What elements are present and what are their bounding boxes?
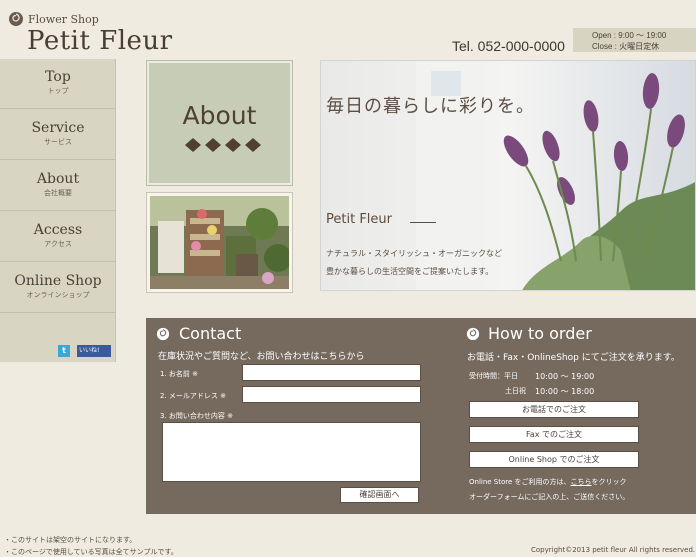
rose-icon xyxy=(466,327,480,341)
nav-label: Service xyxy=(31,120,85,136)
leaf-ornament-icon xyxy=(185,138,261,152)
logo-title[interactable]: Petit Fleur xyxy=(27,26,173,56)
name-input[interactable] xyxy=(242,364,421,381)
hero-divider xyxy=(410,222,436,223)
hours-weekend: 10:00 〜 18:00 xyxy=(535,387,595,396)
online-note-line-2: オーダーフォームにご記入の上、ご送信ください。 xyxy=(469,493,630,501)
order-fax-button[interactable]: Fax でのご注文 xyxy=(469,426,639,443)
order-intro: お電話・Fax・OnlineShop にてご注文を承ります。 xyxy=(467,353,680,363)
hero-description-line-2: 豊かな暮らしの生活空間をご提案いたします。 xyxy=(326,267,494,276)
hours-label: 受付時間：平日 xyxy=(469,372,518,380)
hero-description-line-1: ナチュラル・スタイリッシュ・オーガニックなど xyxy=(326,249,502,258)
rose-icon xyxy=(156,327,170,341)
footer-note-1: ・このサイトは架空のサイトになります。 xyxy=(4,536,137,544)
rose-logo-icon xyxy=(9,12,23,26)
open-hours: Open : 9:00 〜 19:00 xyxy=(592,31,667,40)
email-label: 2. メールアドレス ※ xyxy=(160,392,226,400)
facebook-icon[interactable]: いいね! xyxy=(77,345,111,357)
about-title: About xyxy=(182,101,257,130)
sidebar-nav: Top トップ Service サービス About 会社概要 Access ア… xyxy=(0,59,116,362)
online-store-link[interactable]: こちら xyxy=(571,478,592,486)
hero-brand: Petit Fleur xyxy=(326,212,392,227)
nav-sublabel: アクセス xyxy=(44,240,72,248)
name-label: 1. お名前 ※ xyxy=(160,370,198,378)
contact-intro: 在庫状況やご質問など、お問い合わせはこちらから xyxy=(158,352,365,362)
logo-tagline: Flower Shop xyxy=(28,13,99,26)
close-day: Close : 火曜日定休 xyxy=(592,42,660,51)
message-textarea[interactable] xyxy=(162,422,421,482)
nav-sublabel: トップ xyxy=(47,87,69,95)
email-input[interactable] xyxy=(242,386,421,403)
order-phone-button[interactable]: お電話でのご注文 xyxy=(469,401,639,418)
footer-note-2: ・このページで使用している写真は全てサンプルです。 xyxy=(4,548,178,556)
business-hours: Open : 9:00 〜 19:00 Close : 火曜日定休 xyxy=(573,28,696,52)
hero-headline: 毎日の暮らしに彩りを。 xyxy=(326,96,535,117)
hours-weekday: 10:00 〜 19:00 xyxy=(535,372,595,381)
nav-item-access[interactable]: Access アクセス xyxy=(0,212,116,262)
confirm-button[interactable]: 確認画面へ xyxy=(340,487,419,503)
twitter-icon[interactable]: t xyxy=(58,345,70,357)
nav-item-about[interactable]: About 会社概要 xyxy=(0,161,116,211)
online-note-line-1: Online Store をご利用の方は、こちらをクリック xyxy=(469,477,627,487)
hours-weekend-label: 土日祝 xyxy=(505,387,526,395)
online-note-prefix: Online Store をご利用の方は、 xyxy=(469,478,571,486)
nav-item-online-shop[interactable]: Online Shop オンラインショップ xyxy=(0,263,116,313)
message-label: 3. お問い合わせ内容 ※ xyxy=(160,412,233,420)
nav-sublabel: サービス xyxy=(44,138,72,146)
shop-photo xyxy=(146,192,293,293)
contact-title: Contact xyxy=(179,324,242,343)
phone-number: Tel. 052-000-0000 xyxy=(452,38,565,54)
about-card[interactable]: About xyxy=(146,60,293,186)
nav-label: About xyxy=(36,171,80,187)
order-title: How to order xyxy=(488,324,592,343)
nav-label: Top xyxy=(45,69,71,85)
nav-item-service[interactable]: Service サービス xyxy=(0,110,116,160)
nav-label: Online Shop xyxy=(14,273,102,289)
nav-sublabel: 会社概要 xyxy=(44,189,72,197)
nav-item-top[interactable]: Top トップ xyxy=(0,59,116,109)
contact-order-panel: Contact 在庫状況やご質問など、お問い合わせはこちらから 1. お名前 ※… xyxy=(146,318,696,514)
online-note-suffix: をクリック xyxy=(591,478,627,486)
nav-sublabel: オンラインショップ xyxy=(26,291,90,299)
order-online-button[interactable]: Online Shop でのご注文 xyxy=(469,451,639,468)
shop-photo-image xyxy=(150,196,289,289)
copyright: Copyright©2013 petit fleur All rights re… xyxy=(531,546,696,554)
nav-label: Access xyxy=(33,222,83,238)
